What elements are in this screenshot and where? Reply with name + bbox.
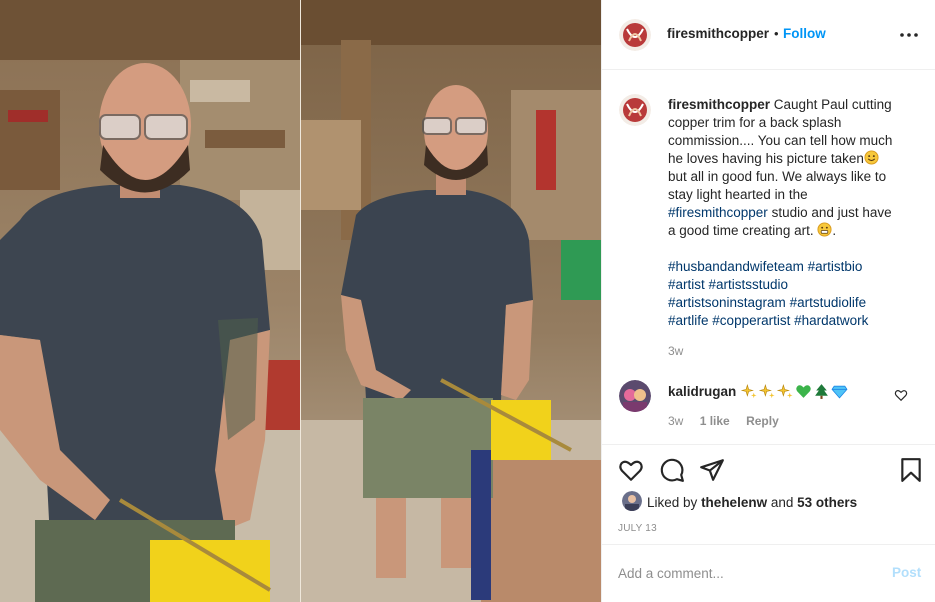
comment-like-heart-icon[interactable] [894, 388, 908, 402]
caption-line: commission.... You can tell how much [668, 133, 893, 148]
comment-bubble-icon[interactable] [659, 457, 685, 483]
sparkles-icon [759, 383, 775, 398]
post-date[interactable]: JULY 13 [618, 523, 657, 534]
hashtag-link[interactable]: #artistbio [808, 259, 863, 274]
likes-count-others[interactable]: 53 others [797, 495, 857, 510]
caption-avatar[interactable] [619, 94, 651, 126]
like-heart-icon[interactable] [618, 457, 644, 483]
comment-emojis [741, 381, 848, 401]
caption-line: copper trim for a back splash [668, 115, 842, 130]
separator-dot: • [774, 26, 779, 41]
comment-input[interactable] [618, 562, 868, 584]
save-bookmark-icon[interactable] [898, 457, 924, 483]
evergreen-tree-icon [815, 383, 828, 399]
hashtag-link[interactable]: #artistsoninstagram [668, 295, 786, 310]
grimacing-face-icon [817, 222, 832, 237]
green-heart-icon [796, 384, 811, 398]
caption-line: Caught Paul cutting [773, 97, 892, 112]
caption-line: stay light hearted in the [668, 187, 808, 202]
share-paper-plane-icon[interactable] [699, 457, 725, 483]
hashtag-link[interactable]: #husbandandwifeteam [668, 259, 804, 274]
post-comment-button[interactable]: Post [892, 565, 921, 580]
caption-line: he loves having his picture taken [668, 151, 864, 166]
liked-by-text: Liked by thehelenw and 53 others [647, 495, 857, 510]
caption-text: firesmithcopper Caught Paul cutting copp… [668, 96, 916, 240]
photo-panel-left [0, 0, 300, 602]
liked-by-and: and [770, 495, 794, 510]
post-photo[interactable] [0, 0, 601, 602]
gem-icon [831, 385, 848, 399]
caption-line: a good time creating art. [668, 223, 814, 238]
workshop-photo-left [0, 0, 300, 602]
sparkles-icon [777, 383, 793, 398]
hashtag-link[interactable]: #artistsstudio [709, 277, 789, 292]
caption-mention-link[interactable]: #firesmithcopper [668, 205, 768, 220]
post-header: firesmithcopper • Follow [602, 0, 935, 70]
hashtags: #husbandandwifeteam #artistbio #artist #… [668, 258, 918, 330]
author-username[interactable]: firesmithcopper [667, 26, 769, 41]
add-comment-bar: Post [602, 544, 935, 602]
author-avatar[interactable] [619, 19, 651, 51]
hashtag-link[interactable]: #artist [668, 277, 705, 292]
caption-timestamp[interactable]: 3w [668, 344, 683, 358]
liked-by-prefix: Liked by [647, 495, 698, 510]
commenter-avatar[interactable] [619, 380, 651, 412]
caption-line: but all in good fun. We always like to [668, 169, 887, 184]
liked-by-user[interactable]: thehelenw [701, 495, 767, 510]
caption-period: . [832, 223, 837, 238]
comment-timestamp[interactable]: 3w [668, 414, 683, 428]
workshop-photo-right [301, 0, 601, 602]
comment-item: kalidrugan 3w 1 like Reply [602, 378, 935, 438]
post-side-panel: firesmithcopper • Follow firesmithcopper… [601, 0, 935, 602]
hashtag-link[interactable]: #hardatwork [794, 313, 868, 328]
more-options-icon[interactable] [898, 24, 920, 46]
commenter-username[interactable]: kalidrugan [668, 384, 736, 399]
caption-username[interactable]: firesmithcopper [668, 97, 770, 112]
photo-panel-right [301, 0, 601, 602]
reply-button[interactable]: Reply [746, 414, 779, 428]
caption-line: studio and just have [771, 205, 892, 220]
comment-meta: 3w 1 like Reply [668, 414, 792, 428]
hashtag-link[interactable]: #copperartist [712, 313, 790, 328]
sparkles-icon [741, 383, 757, 398]
comment-likes[interactable]: 1 like [700, 414, 730, 428]
grinning-face-icon [864, 150, 879, 165]
liker-avatar[interactable] [622, 491, 642, 511]
hashtag-link[interactable]: #artlife [668, 313, 709, 328]
follow-button[interactable]: Follow [783, 26, 826, 41]
hashtag-link[interactable]: #artstudiolife [790, 295, 867, 310]
